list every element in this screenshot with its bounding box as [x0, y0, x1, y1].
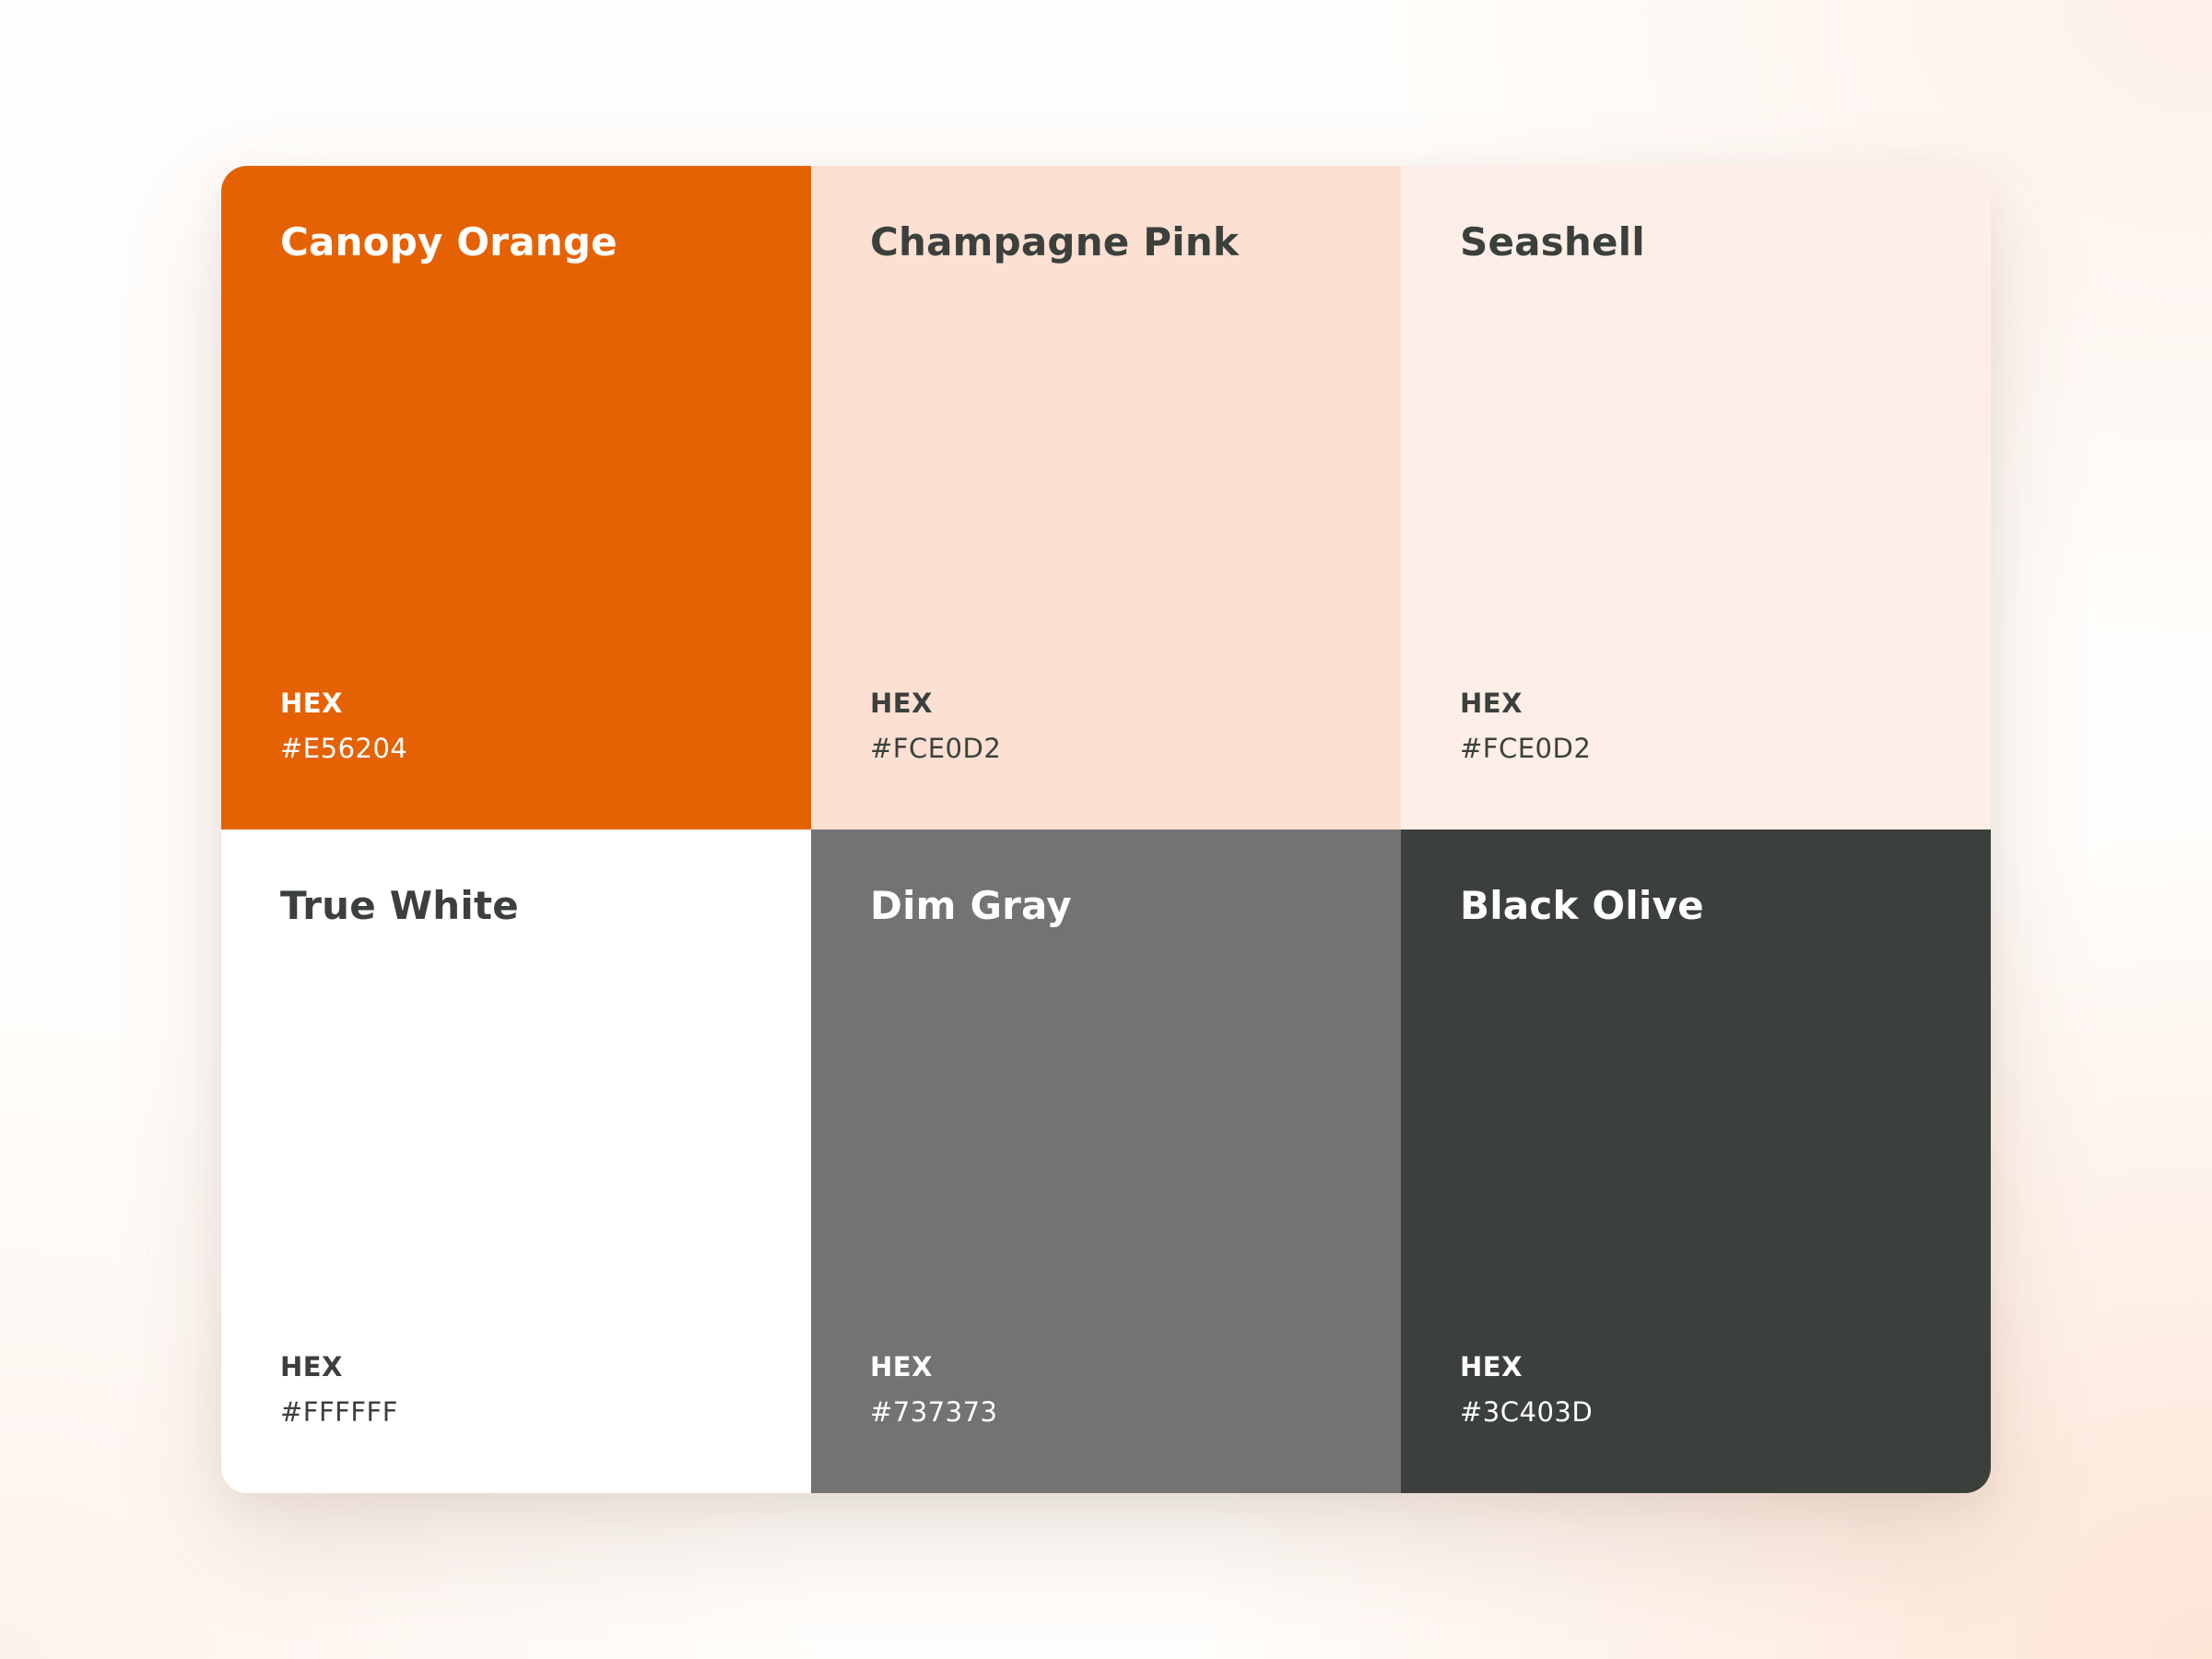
- swatch-canopy-orange: Canopy Orange HEX #E56204: [221, 166, 811, 830]
- hex-value: #3C403D: [1460, 1396, 1594, 1428]
- hex-label: HEX: [280, 1351, 343, 1382]
- swatch-black-olive: Black Olive HEX #3C403D: [1401, 830, 1991, 1493]
- swatch-dim-gray: Dim Gray HEX #737373: [811, 830, 1401, 1493]
- swatch-name: Dim Gray: [870, 883, 1072, 928]
- hex-value: #FFFFFF: [280, 1396, 398, 1428]
- hex-value: #737373: [870, 1396, 998, 1428]
- hex-label: HEX: [870, 688, 933, 719]
- swatch-name: Seashell: [1460, 219, 1645, 265]
- hex-value: #E56204: [280, 733, 408, 764]
- swatch-name: Champagne Pink: [870, 219, 1240, 265]
- hex-label: HEX: [870, 1351, 933, 1382]
- hex-label: HEX: [280, 688, 343, 719]
- swatch-seashell: Seashell HEX #FCE0D2: [1401, 166, 1991, 830]
- swatch-name: Canopy Orange: [280, 219, 618, 265]
- color-palette-card: Canopy Orange HEX #E56204 Champagne Pink…: [221, 166, 1991, 1493]
- hex-value: #FCE0D2: [870, 733, 1002, 764]
- hex-label: HEX: [1460, 1351, 1523, 1382]
- swatch-champagne-pink: Champagne Pink HEX #FCE0D2: [811, 166, 1401, 830]
- hex-value: #FCE0D2: [1460, 733, 1592, 764]
- swatch-true-white: True White HEX #FFFFFF: [221, 830, 811, 1493]
- hex-label: HEX: [1460, 688, 1523, 719]
- swatch-name: True White: [280, 883, 519, 928]
- swatch-name: Black Olive: [1460, 883, 1704, 928]
